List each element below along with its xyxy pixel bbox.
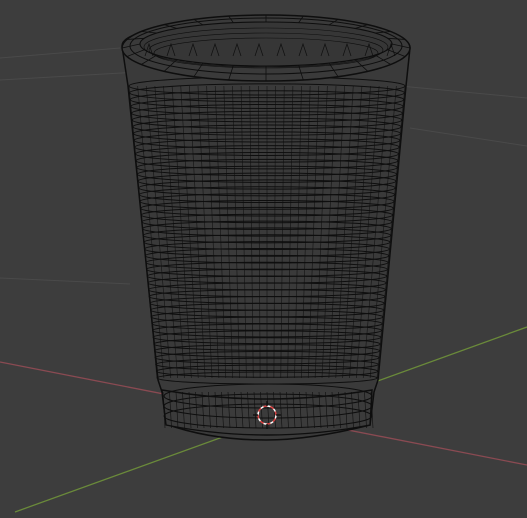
cup-mesh[interactable]: [121, 14, 411, 441]
3d-viewport[interactable]: [0, 0, 527, 518]
